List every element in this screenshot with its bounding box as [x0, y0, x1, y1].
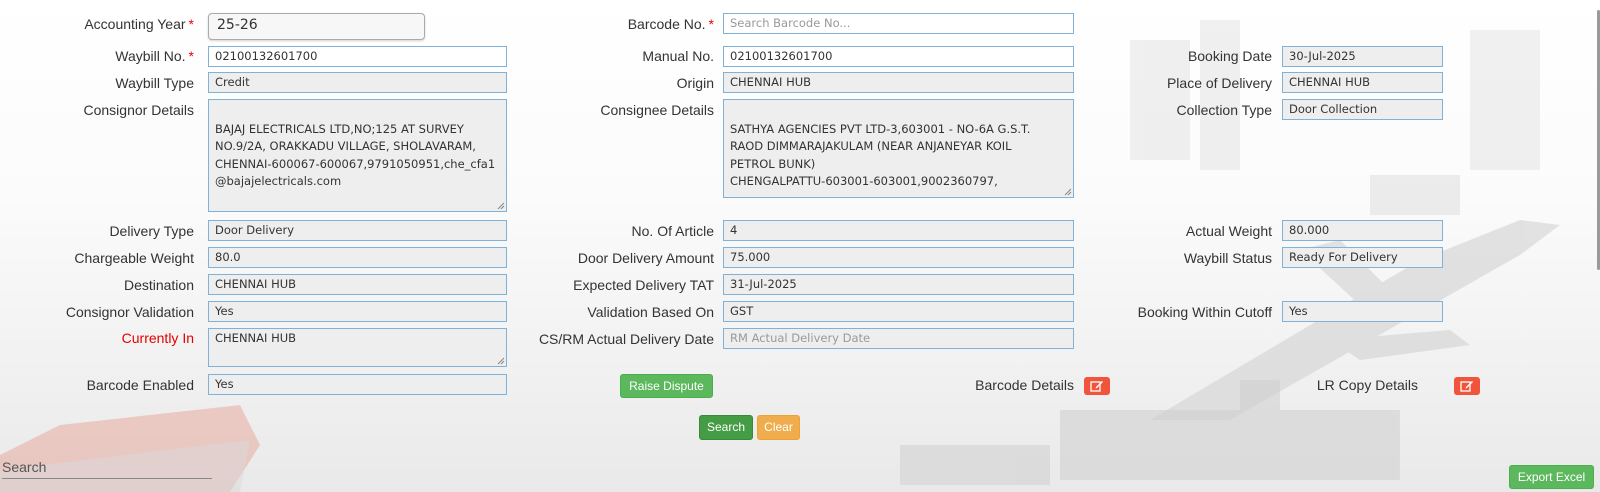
export-excel-button[interactable]: Export Excel	[1509, 465, 1594, 489]
table-search-input[interactable]: Search	[2, 456, 212, 479]
booking-date-field: 30-Jul-2025	[1282, 46, 1443, 67]
cs-rm-actual-delivery-date-input[interactable]: RM Actual Delivery Date	[723, 328, 1074, 349]
raise-dispute-button[interactable]: Raise Dispute	[620, 374, 713, 398]
waybill-no-label: Waybill No. *	[115, 48, 194, 64]
consignor-details-textarea[interactable]: BAJAJ ELECTRICALS LTD,NO;125 AT SURVEY N…	[208, 99, 507, 212]
booking-within-cutoff-field: Yes	[1282, 301, 1443, 322]
no-of-article-label: No. Of Article	[631, 223, 714, 239]
place-of-delivery-label: Place of Delivery	[1166, 75, 1272, 91]
lr-copy-details-label: LR Copy Details	[1316, 377, 1418, 393]
search-button[interactable]: Search	[699, 415, 753, 440]
actual-weight-field: 80.000	[1282, 220, 1443, 241]
booking-within-cutoff-label: Booking Within Cutoff	[1137, 304, 1272, 320]
actual-weight-label: Actual Weight	[1185, 223, 1272, 239]
no-of-article-field: 4	[723, 220, 1074, 241]
barcode-enabled-field: Yes	[208, 374, 507, 395]
chargeable-weight-label: Chargeable Weight	[74, 250, 194, 266]
manual-no-input[interactable]: 02100132601700	[723, 46, 1074, 67]
required-marker: *	[708, 16, 714, 32]
consignor-validation-label: Consignor Validation	[65, 304, 194, 320]
delivery-type-label: Delivery Type	[109, 223, 194, 239]
delivery-type-field: Door Delivery	[208, 220, 507, 241]
consignor-details-text: BAJAJ ELECTRICALS LTD,NO;125 AT SURVEY N…	[215, 121, 496, 189]
waybill-type-label: Waybill Type	[115, 75, 194, 91]
clear-button[interactable]: Clear	[757, 415, 800, 440]
door-delivery-amount-field: 75.000	[723, 247, 1074, 268]
door-delivery-amount-label: Door Delivery Amount	[577, 250, 714, 266]
required-marker: *	[188, 16, 194, 32]
origin-field: CHENNAI HUB	[723, 72, 1074, 93]
place-of-delivery-field: CHENNAI HUB	[1282, 72, 1443, 93]
resize-grip-icon[interactable]	[497, 357, 505, 365]
accounting-year-label: Accounting Year *	[84, 16, 194, 32]
consignee-details-textarea[interactable]: SATHYA AGENCIES PVT LTD-3,603001 - NO-6A…	[723, 99, 1074, 198]
expected-delivery-tat-field: 31-Jul-2025	[723, 274, 1074, 295]
consignee-details-label: Consignee Details	[600, 102, 714, 118]
expected-delivery-tat-label: Expected Delivery TAT	[573, 277, 714, 293]
waybill-no-input[interactable]: 02100132601700	[208, 46, 507, 67]
waybill-status-label: Waybill Status	[1183, 250, 1272, 266]
cs-rm-actual-delivery-date-label: CS/RM Actual Delivery Date	[538, 331, 714, 347]
edit-icon	[1090, 381, 1103, 392]
waybill-type-field: Credit	[208, 72, 507, 93]
consignor-details-label: Consignor Details	[83, 102, 195, 118]
currently-in-text: CHENNAI HUB	[215, 331, 297, 345]
validation-based-on-label: Validation Based On	[587, 304, 714, 320]
edit-icon	[1460, 381, 1473, 392]
waybill-status-field: Ready For Delivery	[1282, 247, 1443, 268]
consignee-details-text: SATHYA AGENCIES PVT LTD-3,603001 - NO-6A…	[730, 121, 1031, 189]
barcode-details-edit-button[interactable]	[1084, 377, 1110, 395]
destination-field: CHENNAI HUB	[208, 274, 507, 295]
resize-grip-icon[interactable]	[497, 202, 505, 210]
manual-no-label: Manual No.	[642, 48, 714, 64]
collection-type-label: Collection Type	[1176, 102, 1272, 118]
barcode-enabled-label: Barcode Enabled	[86, 377, 194, 393]
resize-grip-icon[interactable]	[1064, 188, 1072, 196]
validation-based-on-field: GST	[723, 301, 1074, 322]
destination-label: Destination	[123, 277, 194, 293]
booking-date-label: Booking Date	[1187, 48, 1272, 64]
currently-in-label: Currently In	[121, 330, 194, 346]
currently-in-textarea[interactable]: CHENNAI HUB	[208, 328, 507, 367]
origin-label: Origin	[676, 75, 714, 91]
barcode-details-label: Barcode Details	[975, 377, 1074, 393]
barcode-no-label: Barcode No. *	[627, 16, 714, 32]
lr-copy-details-edit-button[interactable]	[1454, 377, 1480, 395]
collection-type-field: Door Collection	[1282, 99, 1443, 120]
barcode-no-input[interactable]: Search Barcode No...	[723, 13, 1074, 34]
accounting-year-select[interactable]: 25-26	[208, 13, 425, 40]
chargeable-weight-field: 80.0	[208, 247, 507, 268]
consignor-validation-field: Yes	[208, 301, 507, 322]
required-marker: *	[188, 48, 194, 64]
